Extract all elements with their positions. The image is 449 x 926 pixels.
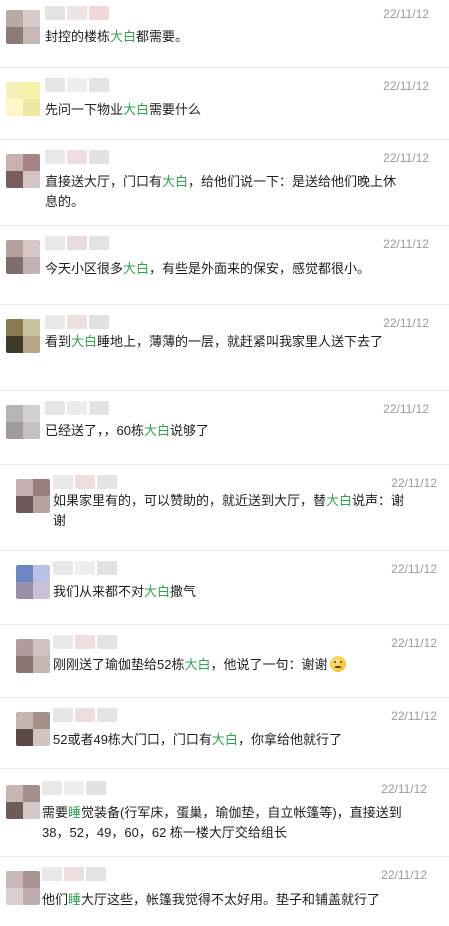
text-segment: 如果家里有的，可以赞助的，就近送到大厅，替 xyxy=(53,493,327,508)
text-segment: 觉装备(行军床，蛋巢，瑜伽垫，自立帐篷等)，直接送到38，52，49，60，62… xyxy=(42,805,402,840)
message-text: 今天小区很多大白，有些是外面来的保安，感觉都很小。 xyxy=(45,259,405,279)
message-item: 22/11/12 他们睡大厅这些，帐篷我觉得不太好用。垫子和铺盖就行了 xyxy=(0,857,449,926)
text-segment: 先问一下物业 xyxy=(45,102,124,117)
message-item: 22/11/12 我们从来都不对大白撒气 xyxy=(0,551,449,625)
text-segment: 我们从来都不对 xyxy=(53,584,145,599)
message-item: 22/11/12 刚刚送了瑜伽垫给52栋大白，他说了一句：谢谢 xyxy=(0,625,449,698)
message-text: 他们睡大厅这些，帐篷我觉得不太好用。垫子和铺盖就行了 xyxy=(42,890,412,910)
text-segment: ，有些是外面来的保安，感觉都很小。 xyxy=(149,261,371,276)
nickname-blurred xyxy=(42,867,106,881)
highlighted-keyword: 大白 xyxy=(184,657,211,672)
avatar[interactable] xyxy=(16,565,50,599)
message-text: 需要睡觉装备(行军床，蛋巢，瑜伽垫，自立帐篷等)，直接送到38，52，49，60… xyxy=(42,803,412,843)
avatar[interactable] xyxy=(6,240,40,274)
message-item: 22/11/12 看到大白睡地上，薄薄的一层，就赶紧叫我家里人送下去了 xyxy=(0,305,449,391)
avatar[interactable] xyxy=(6,871,40,905)
avatar[interactable] xyxy=(6,319,40,353)
avatar[interactable] xyxy=(6,82,40,116)
message-item: 22/11/12 如果家里有的，可以赞助的，就近送到大厅，替大白说声：谢谢 xyxy=(0,465,449,551)
message-time: 22/11/12 xyxy=(381,782,427,796)
message-item: 22/11/12 直接送大厅，门口有大白，给他们说一下：是送给他们晚上休息的。 xyxy=(0,140,449,226)
nickname-blurred xyxy=(45,6,109,20)
message-text: 如果家里有的，可以赞助的，就近送到大厅，替大白说声：谢谢 xyxy=(53,491,405,531)
text-segment: 睡地上，薄薄的一层，就赶紧叫我家里人送下去了 xyxy=(97,334,384,349)
message-time: 22/11/12 xyxy=(383,79,429,93)
text-segment: 撒气 xyxy=(170,584,197,599)
avatar[interactable] xyxy=(6,10,40,44)
text-segment: 他们 xyxy=(42,892,69,907)
message-time: 22/11/12 xyxy=(383,151,429,165)
nickname-blurred xyxy=(42,781,106,795)
text-segment: 今天小区很多 xyxy=(45,261,124,276)
message-text: 先问一下物业大白需要什么 xyxy=(45,100,405,120)
nickname-blurred xyxy=(53,475,117,489)
text-segment: 52或者49栋大门口，门口有 xyxy=(53,732,212,747)
text-segment: 说够了 xyxy=(169,423,209,438)
message-time: 22/11/12 xyxy=(383,237,429,251)
message-time: 22/11/12 xyxy=(383,7,429,21)
thinking-face-emoji xyxy=(329,656,346,672)
message-time: 22/11/12 xyxy=(383,402,429,416)
message-item: 22/11/12 已经送了，，60栋大白说够了 xyxy=(0,391,449,465)
message-text: 封控的楼栋大白都需要。 xyxy=(45,27,405,47)
avatar[interactable] xyxy=(6,154,40,188)
highlighted-keyword: 大白 xyxy=(144,584,171,599)
nickname-blurred xyxy=(45,401,109,415)
message-time: 22/11/12 xyxy=(391,709,437,723)
text-segment: 需要什么 xyxy=(149,102,202,117)
nickname-blurred xyxy=(45,315,109,329)
message-text: 52或者49栋大门口，门口有大白，你拿给他就行了 xyxy=(53,730,405,750)
message-item: 22/11/12 需要睡觉装备(行军床，蛋巢，瑜伽垫，自立帐篷等)，直接送到38，… xyxy=(0,769,449,857)
message-text: 我们从来都不对大白撒气 xyxy=(53,582,405,602)
nickname-blurred xyxy=(53,561,117,575)
text-segment: 刚刚送了瑜伽垫给52栋 xyxy=(53,657,185,672)
highlighted-keyword: 大白 xyxy=(211,732,238,747)
nickname-blurred xyxy=(45,150,109,164)
text-segment: 直接送大厅，门口有 xyxy=(45,174,163,189)
message-time: 22/11/12 xyxy=(383,316,429,330)
message-text: 直接送大厅，门口有大白，给他们说一下：是送给他们晚上休息的。 xyxy=(45,172,405,212)
text-segment: 已经送了，，60栋 xyxy=(45,423,144,438)
highlighted-keyword: 大白 xyxy=(326,493,353,508)
avatar[interactable] xyxy=(16,712,50,746)
text-segment: ，他说了一句：谢谢 xyxy=(210,657,328,672)
avatar[interactable] xyxy=(6,785,40,819)
avatar[interactable] xyxy=(6,405,40,439)
message-time: 22/11/12 xyxy=(391,562,437,576)
message-text: 刚刚送了瑜伽垫给52栋大白，他说了一句：谢谢 xyxy=(53,655,405,675)
text-segment: 封控的楼栋 xyxy=(45,29,111,44)
nickname-blurred xyxy=(45,78,109,92)
message-text: 看到大白睡地上，薄薄的一层，就赶紧叫我家里人送下去了 xyxy=(45,332,405,352)
highlighted-keyword: 大白 xyxy=(123,102,150,117)
message-time: 22/11/12 xyxy=(391,476,437,490)
message-item: 22/11/12 封控的楼栋大白都需要。 xyxy=(0,0,449,68)
avatar[interactable] xyxy=(16,639,50,673)
message-item: 22/11/12 今天小区很多大白，有些是外面来的保安，感觉都很小。 xyxy=(0,226,449,305)
avatar[interactable] xyxy=(16,479,50,513)
text-segment: 大厅这些，帐篷我觉得不太好用。垫子和铺盖就行了 xyxy=(81,892,381,907)
highlighted-keyword: 大白 xyxy=(71,334,98,349)
nickname-blurred xyxy=(45,236,109,250)
highlighted-keyword: 大白 xyxy=(143,423,170,438)
highlighted-keyword: 大白 xyxy=(162,174,189,189)
highlighted-keyword: 大白 xyxy=(110,29,137,44)
message-time: 22/11/12 xyxy=(381,868,427,882)
highlighted-keyword: 睡 xyxy=(68,892,82,907)
message-feed: 22/11/12 封控的楼栋大白都需要。 22/11/12 先问一下物业大白需要什么 2… xyxy=(0,0,449,926)
text-segment: ，你拿给他就行了 xyxy=(237,732,342,747)
highlighted-keyword: 睡 xyxy=(68,805,82,820)
text-segment: 需要 xyxy=(42,805,69,820)
message-time: 22/11/12 xyxy=(391,636,437,650)
nickname-blurred xyxy=(53,708,117,722)
message-text: 已经送了，，60栋大白说够了 xyxy=(45,421,405,441)
message-item: 22/11/12 52或者49栋大门口，门口有大白，你拿给他就行了 xyxy=(0,698,449,769)
highlighted-keyword: 大白 xyxy=(123,261,150,276)
text-segment: 都需要。 xyxy=(136,29,189,44)
nickname-blurred xyxy=(53,635,117,649)
message-item: 22/11/12 先问一下物业大白需要什么 xyxy=(0,68,449,140)
text-segment: 看到 xyxy=(45,334,72,349)
